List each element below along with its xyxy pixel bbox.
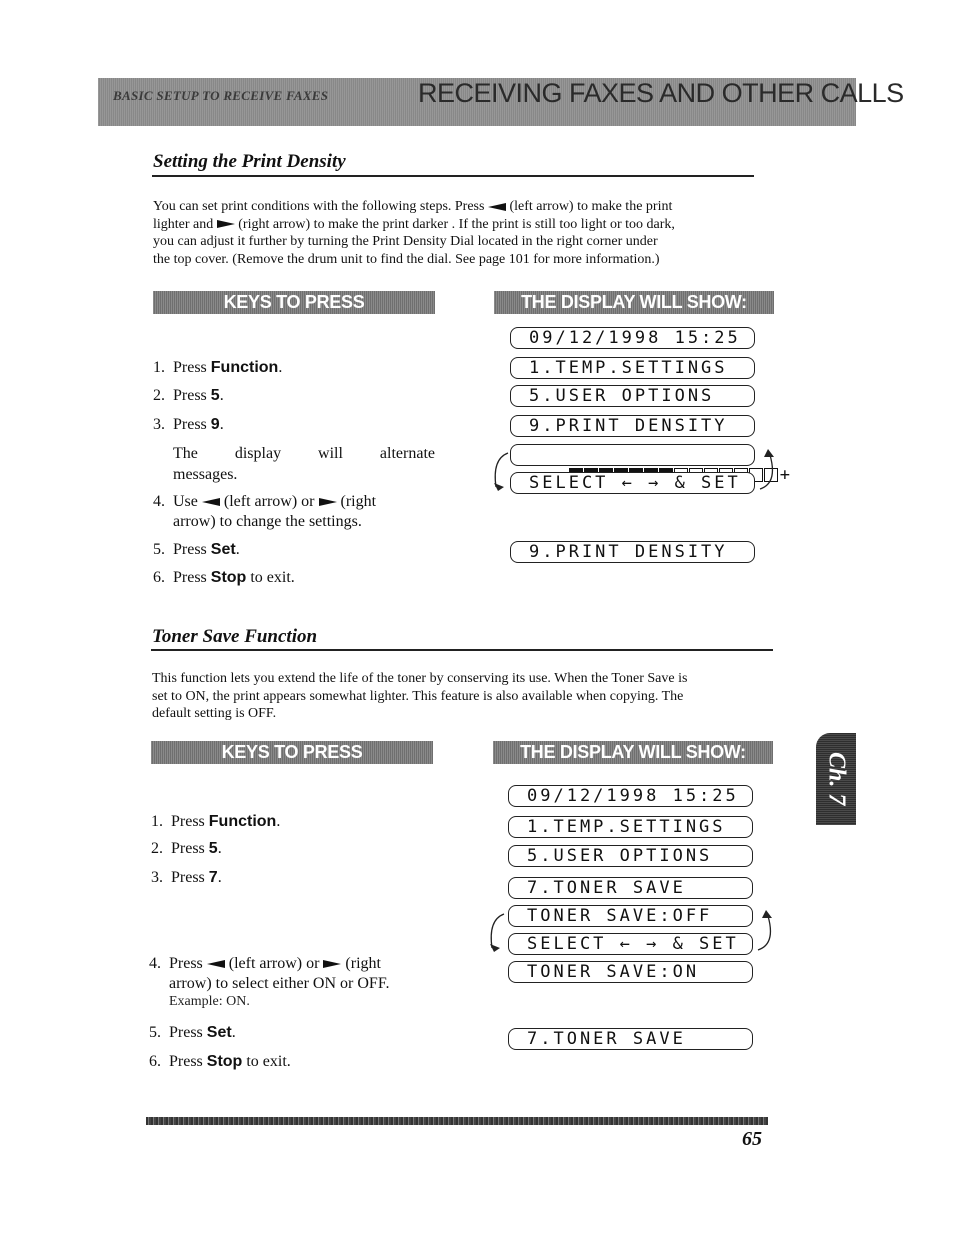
header-subtitle: BASIC SETUP TO RECEIVE FAXES — [113, 88, 329, 103]
intro-line: set to ON, the print appears somewhat li… — [152, 688, 684, 704]
step-4-cont: arrow) to change the settings. — [173, 513, 362, 530]
step-3: 3. Press 7. — [151, 869, 222, 886]
header-title: RECEIVING FAXES AND OTHER CALLS — [418, 78, 904, 108]
lcd-datetime: 09/12/1998 15:25 — [510, 327, 755, 349]
right-arrow-icon — [323, 960, 342, 969]
right-arrow-icon — [216, 220, 235, 229]
lcd-toner-save-final: 7.TONER SAVE — [508, 1028, 753, 1050]
step-6: 6. Press Stop to exit. — [149, 1053, 291, 1070]
intro-line: This function lets you extend the life o… — [152, 671, 688, 686]
key-set: Set — [210, 541, 236, 558]
footer-rule — [146, 1117, 768, 1125]
section-rule — [151, 649, 773, 651]
lcd-user-options: 5.USER OPTIONS — [508, 845, 753, 867]
intro-line: lighter and (right arrow) to make the pr… — [153, 216, 675, 232]
density-plus: + — [779, 465, 793, 485]
step-4-cont: arrow) to select either ON or OFF. — [169, 975, 390, 992]
section-rule — [152, 175, 754, 177]
lcd-select-set: SELECT ← → & SET — [508, 933, 753, 955]
page-number: 65 — [742, 1128, 762, 1150]
key-9: 9 — [210, 416, 220, 433]
step-1: 1. Press Function. — [151, 813, 281, 830]
step-1: 1. Press Function. — [153, 359, 283, 376]
lcd-select-set: SELECT ← → & SET — [510, 472, 755, 494]
intro-paragraph-toner-save: This function lets you extend the life o… — [152, 670, 774, 723]
lcd-temp-settings: 1.TEMP.SETTINGS — [510, 357, 755, 379]
left-arrow-icon — [201, 498, 220, 507]
section-title-print-density: Setting the Print Density — [153, 151, 346, 172]
step-3: 3. Press 9. — [153, 416, 224, 433]
key-function: Function — [210, 359, 279, 376]
lcd-datetime: 09/12/1998 15:25 — [508, 785, 753, 807]
step-4: 4. Press (left arrow) or (right — [149, 955, 381, 972]
lcd-temp-settings: 1.TEMP.SETTINGS — [508, 816, 753, 838]
intro-line: You can set print conditions with the fo… — [153, 199, 673, 214]
lcd-density-gauge: -+ — [510, 444, 790, 485]
lcd-print-density: 9.PRINT DENSITY — [510, 415, 755, 437]
step-2: 2. Press 5. — [153, 387, 224, 404]
key-function: Function — [208, 813, 277, 830]
lcd-toner-save: 7.TONER SAVE — [508, 877, 753, 899]
step-4-example: Example: ON. — [169, 994, 250, 1009]
cycle-arrow-left-icon — [494, 452, 509, 491]
cycle-arrow-right-icon — [759, 449, 774, 490]
intro-line: the top cover. (Remove the drum unit to … — [153, 251, 660, 267]
cycle-arrow-right-icon — [757, 910, 772, 951]
step-4: 4. Use (left arrow) or (right — [153, 493, 377, 510]
lcd-toner-save-on: TONER SAVE:ON — [508, 961, 753, 983]
intro-paragraph-print-density: You can set print conditions with the fo… — [153, 198, 773, 268]
keys-to-press-header: KEYS TO PRESS — [151, 741, 433, 764]
lcd-print-density-final: 9.PRINT DENSITY — [510, 541, 755, 563]
keys-to-press-header: KEYS TO PRESS — [153, 291, 435, 314]
step-2: 2. Press 5. — [151, 840, 222, 857]
step-5: 5. Press Set. — [149, 1024, 236, 1041]
intro-line: default setting is OFF. — [152, 706, 277, 721]
left-arrow-icon — [487, 202, 506, 211]
key-stop: Stop — [206, 1053, 243, 1070]
step-5: 5. Press Set. — [153, 541, 240, 558]
key-5: 5 — [210, 387, 220, 404]
display-will-show-header: THE DISPLAY WILL SHOW: — [493, 741, 773, 764]
cycle-arrow-left-icon — [490, 913, 505, 952]
key-7: 7 — [208, 869, 218, 886]
intro-line: you can adjust it further by turning the… — [153, 234, 658, 249]
section-title-toner-save: Toner Save Function — [152, 626, 318, 647]
lcd-toner-save-off: TONER SAVE:OFF — [508, 905, 753, 927]
right-arrow-icon — [318, 498, 337, 507]
key-set: Set — [206, 1024, 232, 1041]
step-3-note-line1: The display will alternate — [173, 445, 435, 462]
key-stop: Stop — [210, 569, 247, 586]
key-5: 5 — [208, 840, 218, 857]
step-6: 6. Press Stop to exit. — [153, 569, 295, 586]
display-will-show-header: THE DISPLAY WILL SHOW: — [494, 291, 774, 314]
left-arrow-icon — [206, 960, 225, 969]
lcd-user-options: 5.USER OPTIONS — [510, 385, 755, 407]
chapter-tab-label: Ch. 7 — [823, 752, 850, 806]
step-3-note-line2: messages. — [173, 466, 238, 483]
